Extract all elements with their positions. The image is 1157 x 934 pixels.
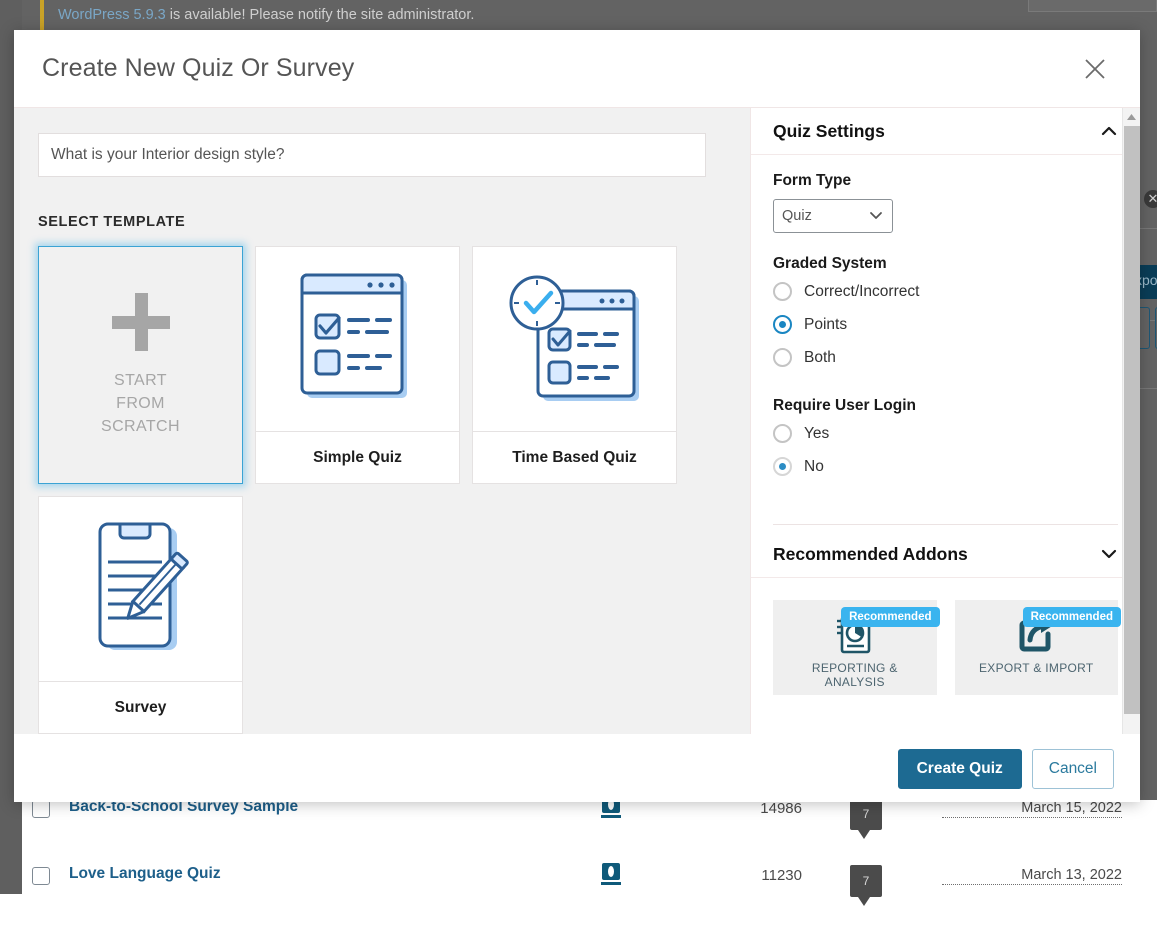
quiz-settings-body: Form Type Quiz Graded System Correct/Inc…	[751, 155, 1140, 525]
template-card-label: START FROM SCRATCH	[101, 371, 180, 435]
admin-sidebar-rail-lower	[0, 800, 22, 894]
template-selection-pane: SELECT TEMPLATE STARTFROMSCRATCH	[14, 108, 750, 734]
close-icon-glyph	[1085, 58, 1105, 79]
template-grid: START FROM SCRATCH Simple Quiz Time Base…	[38, 246, 728, 734]
radio-label: Yes	[804, 424, 830, 442]
form-type-select[interactable]: Quiz	[773, 199, 893, 233]
select-template-label: SELECT TEMPLATE	[38, 214, 186, 230]
radio-button[interactable]	[773, 348, 792, 367]
template-card-label: Simple Quiz	[256, 431, 459, 483]
settings-scrollbar[interactable]	[1122, 108, 1140, 734]
close-icon[interactable]	[1078, 52, 1112, 86]
template-card-time-based-quiz[interactable]: Time Based Quiz	[472, 246, 677, 484]
create-quiz-button[interactable]: Create Quiz	[897, 748, 1022, 789]
radio-label: Correct/Incorrect	[804, 282, 920, 300]
chevron-down-icon	[1101, 549, 1117, 559]
quiz-settings-accordion-header[interactable]: Quiz Settings	[751, 108, 1140, 155]
require-user-login-option-no[interactable]: No	[773, 457, 1118, 476]
eye-icon	[600, 863, 622, 887]
table-row[interactable]: Love Language Quiz 11230 7 March 13, 202…	[22, 863, 1157, 934]
radio-label: Both	[804, 348, 836, 366]
row-date: March 15, 2022	[942, 800, 1122, 818]
recommended-badge: Recommended	[1022, 607, 1121, 627]
table-row[interactable]: Back-to-School Survey Sample 14986 7 Mar…	[22, 796, 1157, 867]
background-top-box	[1028, 0, 1157, 12]
radio-button-selected[interactable]	[773, 315, 792, 334]
template-card-art	[39, 497, 242, 681]
modal-header: Create New Quiz Or Survey	[14, 30, 1140, 107]
addon-card-export-import[interactable]: Recommended EXPORT & IMPORT	[954, 600, 1121, 695]
modal-body: SELECT TEMPLATE STARTFROMSCRATCH	[14, 107, 1140, 734]
row-checkbox[interactable]	[32, 800, 50, 818]
settings-pane: Quiz Settings Form Type Quiz Graded Syst…	[750, 108, 1140, 734]
settings-divider	[773, 524, 1118, 525]
require-user-login-label: Require User Login	[773, 397, 916, 414]
row-title-link[interactable]: Love Language Quiz	[69, 865, 221, 883]
quiz-settings-heading: Quiz Settings	[773, 120, 885, 141]
require-user-login-option-yes[interactable]: Yes	[773, 424, 1118, 443]
row-response-count-badge: 7	[850, 865, 882, 906]
wordpress-update-notice-text: WordPress 5.9.3 is available! Please not…	[58, 7, 475, 23]
template-card-start-from-scratch[interactable]: START FROM SCRATCH	[38, 246, 243, 484]
radio-button-selected[interactable]	[773, 457, 792, 476]
graded-system-option-correct-incorrect[interactable]: Correct/Incorrect	[773, 282, 1118, 301]
row-response-count-badge: 7	[850, 798, 882, 839]
template-card-art	[256, 247, 459, 431]
template-card-simple-quiz[interactable]: Simple Quiz	[255, 246, 460, 484]
checklist-window-icon	[300, 273, 407, 398]
recommended-addons-heading: Recommended Addons	[773, 543, 968, 564]
graded-system-option-points[interactable]: Points	[773, 315, 1118, 334]
form-type-select-wrap: Quiz	[773, 199, 893, 233]
quiz-title-input[interactable]	[38, 133, 706, 177]
modal-footer: Create Quiz Cancel	[14, 734, 1140, 802]
radio-button[interactable]	[773, 282, 792, 301]
cancel-button[interactable]: Cancel	[1031, 748, 1114, 789]
close-circle-icon[interactable]: ✕	[1144, 190, 1157, 208]
wordpress-version-link[interactable]: WordPress 5.9.3	[58, 7, 166, 23]
template-card-art	[473, 247, 676, 431]
row-views-count: 14986	[760, 800, 802, 817]
radio-button[interactable]	[773, 424, 792, 443]
graded-system-option-both[interactable]: Both	[773, 348, 1118, 367]
clock-checklist-icon	[509, 275, 639, 401]
recommended-addons-list: Recommended REPORTING & ANALYSIS Recomme…	[751, 578, 1140, 695]
create-quiz-modal: Create New Quiz Or Survey SELECT TEMPLAT…	[14, 30, 1140, 802]
radio-label: No	[804, 457, 824, 475]
plus-icon	[111, 292, 170, 351]
recommended-addons-accordion-header[interactable]: Recommended Addons	[751, 531, 1140, 578]
row-checkbox[interactable]	[32, 867, 50, 885]
scroll-up-arrow-icon[interactable]	[1123, 108, 1140, 125]
quiz-list-table: Back-to-School Survey Sample 14986 7 Mar…	[0, 796, 1157, 906]
scrollbar-thumb[interactable]	[1124, 126, 1140, 714]
template-card-art: START FROM SCRATCH	[39, 247, 242, 483]
radio-label: Points	[804, 315, 848, 333]
form-type-label: Form Type	[773, 172, 852, 189]
addon-name: REPORTING & ANALYSIS	[811, 661, 898, 689]
row-date: March 13, 2022	[942, 867, 1122, 885]
page-title: Create New Quiz Or Survey	[42, 54, 355, 82]
recommended-badge: Recommended	[841, 607, 940, 627]
chevron-up-icon	[1101, 126, 1117, 136]
addon-name: EXPORT & IMPORT	[978, 661, 1094, 675]
clipboard-pen-icon	[98, 522, 189, 650]
template-card-label: Time Based Quiz	[473, 431, 676, 483]
graded-system-label: Graded System	[773, 255, 887, 272]
template-card-survey[interactable]: Survey	[38, 496, 243, 734]
template-card-label: Survey	[39, 681, 242, 733]
addon-card-reporting-analysis[interactable]: Recommended REPORTING & ANALYSIS	[773, 600, 940, 695]
wordpress-update-notice: WordPress 5.9.3 is available! Please not…	[40, 0, 510, 30]
row-views-count: 11230	[761, 867, 802, 884]
